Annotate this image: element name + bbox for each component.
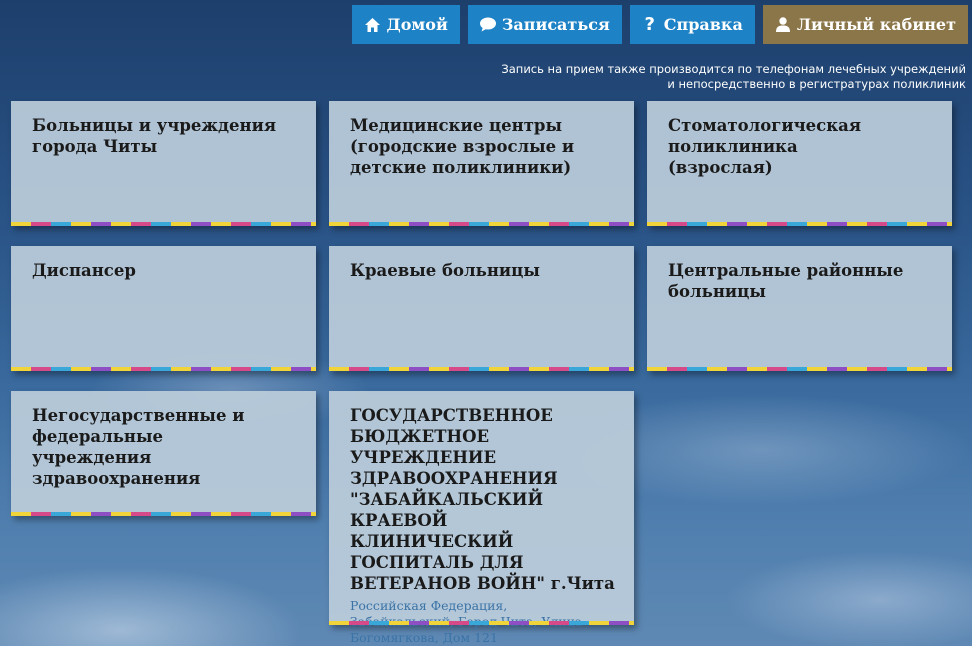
category-tile-regional-hospitals[interactable]: Краевые больницы	[329, 246, 634, 371]
home-button-label: Домой	[386, 15, 448, 34]
tile-title: Краевые больницы	[350, 261, 540, 280]
tile-title: Центральные районные больницы	[668, 261, 904, 301]
institution-tile-veterans-hospital[interactable]: ГОСУДАРСТВЕННОЕ БЮДЖЕТНОЕ УЧРЕЖДЕНИЕ ЗДР…	[329, 391, 634, 645]
question-mark-icon: ?	[644, 14, 655, 35]
institution-city: г.Чита	[550, 574, 615, 593]
tile-stripe	[11, 367, 316, 371]
tile-title: Диспансер	[32, 261, 136, 280]
top-nav: Домой Записаться ? Справка Личный кабине…	[352, 5, 968, 44]
tile-title: Негосударственные и федеральные учрежден…	[32, 406, 245, 488]
personal-cabinet-button[interactable]: Личный кабинет	[762, 5, 968, 44]
notice-line-1: Запись на прием также производится по те…	[501, 62, 966, 76]
home-button[interactable]: Домой	[352, 5, 460, 44]
tile-stripe	[647, 367, 952, 371]
category-tile-dispensary[interactable]: Диспансер	[11, 246, 316, 371]
tile-stripe	[11, 222, 316, 226]
tile-title: Больницы и учреждения города Читы	[32, 116, 277, 156]
tile-stripe	[329, 621, 634, 625]
tile-stripe	[329, 367, 634, 371]
category-tile-private-federal[interactable]: Негосударственные и федеральные учрежден…	[11, 391, 316, 516]
home-icon	[364, 17, 380, 33]
signup-button-label: Записаться	[501, 15, 610, 34]
category-tile-dental-clinic[interactable]: Стоматологическая поликлиника (взрослая)	[647, 101, 952, 226]
tile-stripe	[329, 222, 634, 226]
help-button[interactable]: ? Справка	[629, 5, 755, 44]
personal-cabinet-label: Личный кабинет	[796, 15, 956, 34]
chat-bubble-icon	[479, 17, 496, 33]
category-tile-medical-centers[interactable]: Медицинские центры (городские взрослые и…	[329, 101, 634, 226]
help-button-label: Справка	[663, 15, 743, 34]
tile-stripe	[11, 512, 316, 516]
tile-stripe	[647, 222, 952, 226]
tile-title: ГОСУДАРСТВЕННОЕ БЮДЖЕТНОЕ УЧРЕЖДЕНИЕ ЗДР…	[350, 405, 615, 594]
user-icon	[775, 17, 791, 33]
category-tile-district-hospitals[interactable]: Центральные районные больницы	[647, 246, 952, 371]
tile-title: Медицинские центры (городские взрослые и…	[350, 116, 575, 177]
category-tile-city-hospitals[interactable]: Больницы и учреждения города Читы	[11, 101, 316, 226]
notice-line-2: и непосредственно в регистратурах поликл…	[667, 77, 966, 91]
phone-notice: Запись на прием также производится по те…	[501, 62, 966, 92]
signup-button[interactable]: Записаться	[467, 5, 622, 44]
tile-title: Стоматологическая поликлиника (взрослая)	[668, 116, 862, 177]
institution-name: ГОСУДАРСТВЕННОЕ БЮДЖЕТНОЕ УЧРЕЖДЕНИЕ ЗДР…	[350, 406, 558, 593]
